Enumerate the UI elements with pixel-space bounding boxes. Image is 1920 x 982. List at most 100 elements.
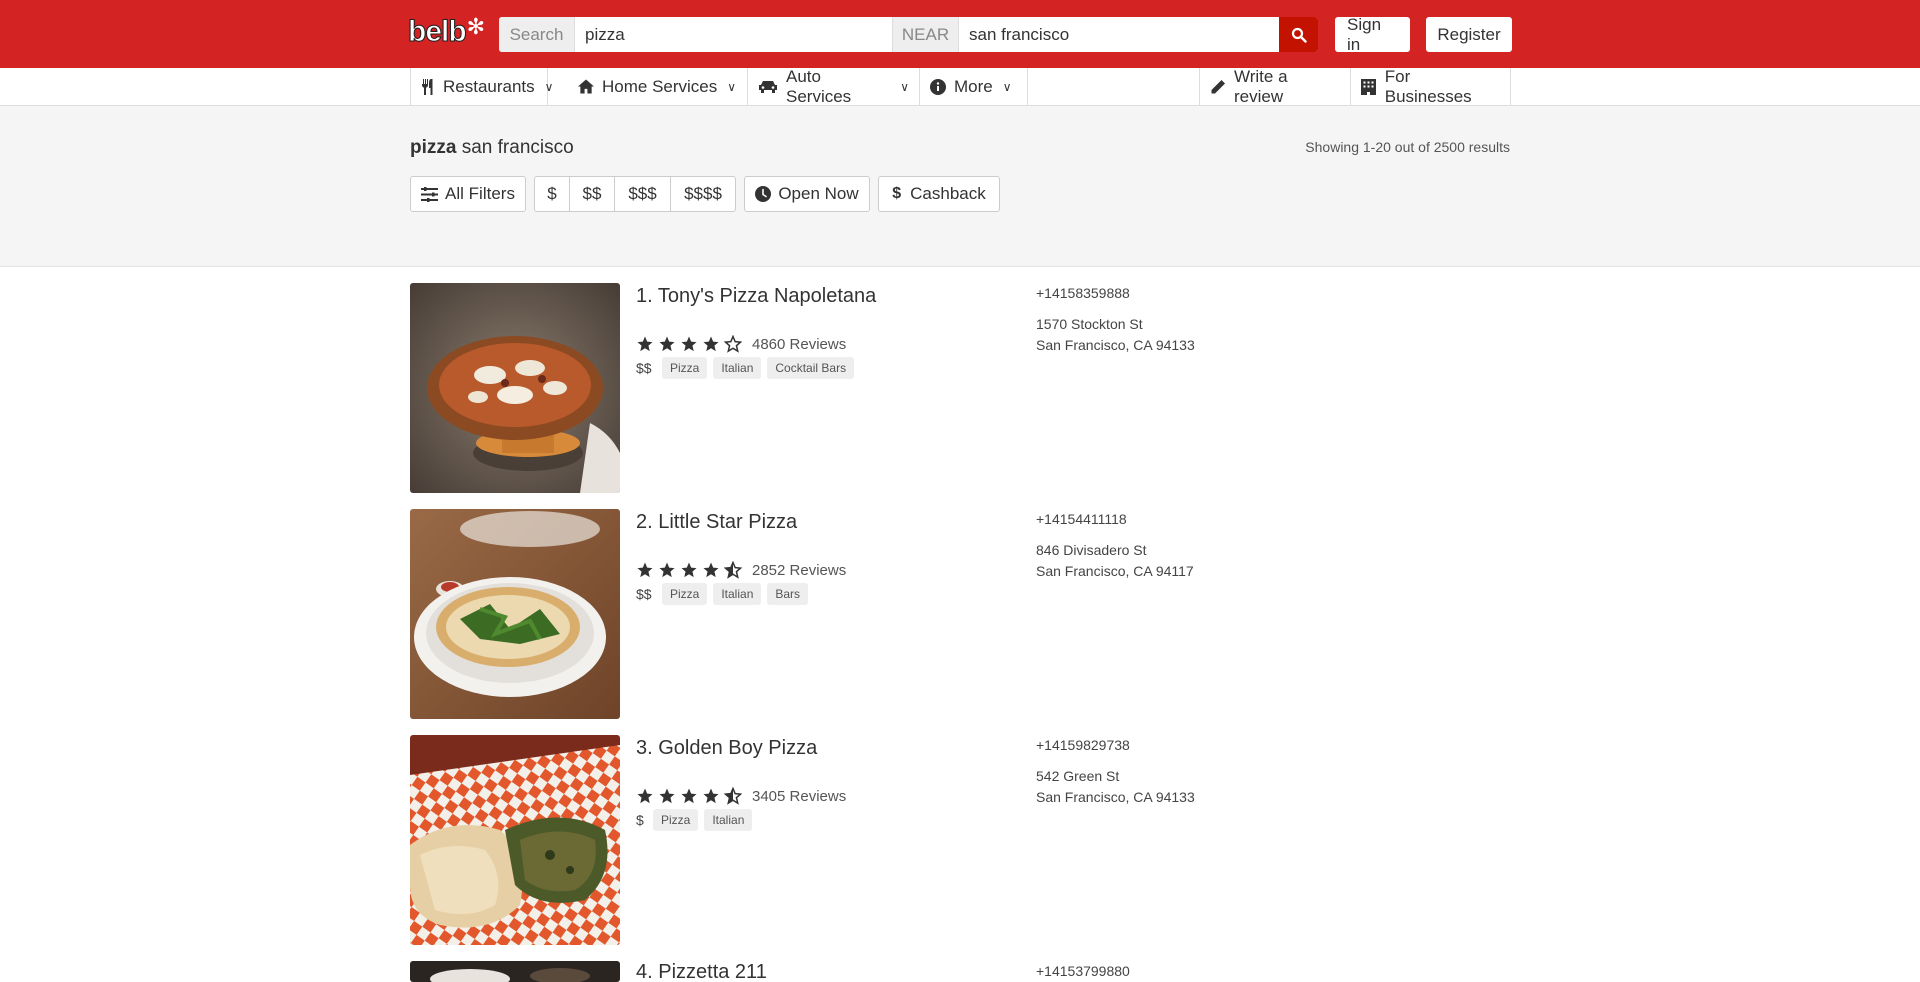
- page-title: pizza san francisco: [410, 137, 574, 159]
- star-full-icon: [681, 336, 697, 352]
- business-name[interactable]: 4. Pizzetta 211: [636, 961, 767, 982]
- category-tags: Pizza Italian Cocktail Bars: [662, 357, 860, 379]
- site-logo[interactable]: belb ✻: [408, 14, 486, 49]
- category-tags: Pizza Italian: [653, 809, 758, 831]
- category-tag[interactable]: Italian: [713, 583, 762, 605]
- address-line-1: 1570 Stockton St: [1036, 316, 1143, 332]
- phone-number: +14159829738: [1036, 737, 1130, 753]
- for-businesses-link[interactable]: For Businesses: [1351, 67, 1511, 106]
- address-line-2: San Francisco, CA 94117: [1036, 563, 1194, 579]
- dollar-icon: $: [892, 185, 902, 202]
- category-tag[interactable]: Pizza: [662, 583, 708, 605]
- utensils-icon: [421, 78, 435, 95]
- logo-text: belb: [408, 15, 468, 49]
- chevron-down-icon: ∨: [900, 79, 909, 94]
- star-half-icon: [724, 787, 742, 805]
- phone-number: +14158359888: [1036, 285, 1130, 301]
- open-now-label: Open Now: [778, 184, 859, 203]
- price-level: $$: [636, 360, 652, 376]
- star-rating: 4860 Reviews: [636, 335, 846, 353]
- all-filters-button[interactable]: All Filters: [410, 176, 526, 212]
- search-input[interactable]: [575, 17, 893, 52]
- logo-burst-icon: ✻: [466, 14, 486, 39]
- car-icon: [758, 79, 778, 95]
- category-tags: Pizza Italian Bars: [662, 583, 814, 605]
- review-count[interactable]: 4860 Reviews: [752, 336, 846, 353]
- filter-sliders-icon: [421, 186, 439, 202]
- phone-number: +14154411118: [1036, 511, 1127, 527]
- category-tag[interactable]: Cocktail Bars: [767, 357, 855, 379]
- cashback-button[interactable]: $ Cashback: [878, 176, 1000, 212]
- nav-home-services-label: Home Services: [602, 76, 718, 96]
- nav-auto-services[interactable]: Auto Services ∨: [748, 66, 920, 106]
- business-name[interactable]: 3. Golden Boy Pizza: [636, 737, 817, 760]
- star-full-icon: [703, 336, 719, 352]
- category-tag[interactable]: Pizza: [653, 809, 699, 831]
- category-tag[interactable]: Pizza: [662, 357, 708, 379]
- sign-in-button[interactable]: Sign in: [1335, 15, 1410, 54]
- star-half-icon: [724, 561, 742, 579]
- query-location: san francisco: [461, 137, 574, 158]
- chevron-down-icon: ∨: [1002, 79, 1012, 94]
- category-tag[interactable]: Italian: [704, 809, 753, 831]
- cashback-label: Cashback: [910, 184, 986, 203]
- address-line-2: San Francisco, CA 94133: [1036, 337, 1195, 353]
- nav-auto-services-label: Auto Services: [786, 66, 852, 106]
- nav-restaurants[interactable]: Restaurants ∨: [411, 68, 553, 105]
- address-line-1: 846 Divisadero St: [1036, 542, 1147, 558]
- star-full-icon: [681, 788, 697, 804]
- search-icon: [1291, 27, 1307, 43]
- near-label: NEAR: [893, 17, 959, 52]
- result-item: 4. Pizzetta 211 +14153799880: [410, 961, 1512, 982]
- phone-number: +14153799880: [1036, 963, 1130, 979]
- review-count[interactable]: 3405 Reviews: [752, 788, 846, 805]
- category-nav: Restaurants ∨ Home Services ∨ Auto Servi…: [0, 66, 1920, 106]
- building-icon: [1361, 78, 1377, 95]
- search-label: Search: [499, 17, 575, 52]
- business-name[interactable]: 2. Little Star Pizza: [636, 511, 797, 534]
- pencil-icon: [1210, 79, 1226, 95]
- nav-more[interactable]: More ∨: [920, 68, 1028, 105]
- business-name[interactable]: 1. Tony's Pizza Napoletana: [636, 285, 876, 308]
- result-photo[interactable]: [410, 509, 620, 719]
- all-filters-label: All Filters: [445, 184, 515, 203]
- search-button[interactable]: [1279, 17, 1318, 52]
- star-full-icon: [637, 788, 653, 804]
- nav-restaurants-label: Restaurants: [443, 76, 535, 96]
- write-review-link[interactable]: Write a review: [1199, 66, 1351, 106]
- clock-icon: [755, 186, 772, 202]
- star-rating: 2852 Reviews: [636, 561, 846, 579]
- star-full-icon: [659, 336, 675, 352]
- address-line-1: 542 Green St: [1036, 768, 1120, 784]
- result-item: 3. Golden Boy Pizza 3405 Reviews $ Pizza…: [410, 735, 1512, 945]
- star-full-icon: [637, 336, 653, 352]
- result-photo[interactable]: [410, 735, 620, 945]
- top-header: belb ✻ Search NEAR Sign in Register: [0, 0, 1920, 68]
- star-full-icon: [637, 562, 653, 578]
- chevron-down-icon: ∨: [727, 79, 737, 94]
- price-filter-3[interactable]: $$$: [615, 177, 671, 211]
- result-photo[interactable]: [410, 283, 620, 493]
- category-tag[interactable]: Bars: [767, 583, 809, 605]
- query-term: pizza: [410, 137, 457, 158]
- open-now-button[interactable]: Open Now: [744, 176, 870, 212]
- result-photo[interactable]: [410, 961, 620, 982]
- price-filter-2[interactable]: $$: [570, 177, 615, 211]
- price-level: $: [636, 812, 644, 828]
- result-item: 2. Little Star Pizza 2852 Reviews $$ Piz…: [410, 509, 1512, 719]
- star-full-icon: [703, 562, 719, 578]
- result-count: Showing 1-20 out of 2500 results: [1305, 139, 1510, 155]
- star-full-icon: [681, 562, 697, 578]
- price-filter-4[interactable]: $$$$: [671, 177, 735, 211]
- price-filter-1[interactable]: $: [535, 177, 570, 211]
- nav-home-services[interactable]: Home Services ∨: [568, 68, 748, 105]
- chevron-down-icon: ∨: [544, 79, 554, 94]
- location-input[interactable]: [959, 17, 1279, 52]
- review-count[interactable]: 2852 Reviews: [752, 562, 846, 579]
- price-level: $$: [636, 586, 652, 602]
- price-filter-group: $ $$ $$$ $$$$: [534, 176, 736, 212]
- write-review-label: Write a review: [1234, 66, 1288, 106]
- star-full-icon: [659, 562, 675, 578]
- register-button[interactable]: Register: [1426, 17, 1512, 52]
- category-tag[interactable]: Italian: [713, 357, 762, 379]
